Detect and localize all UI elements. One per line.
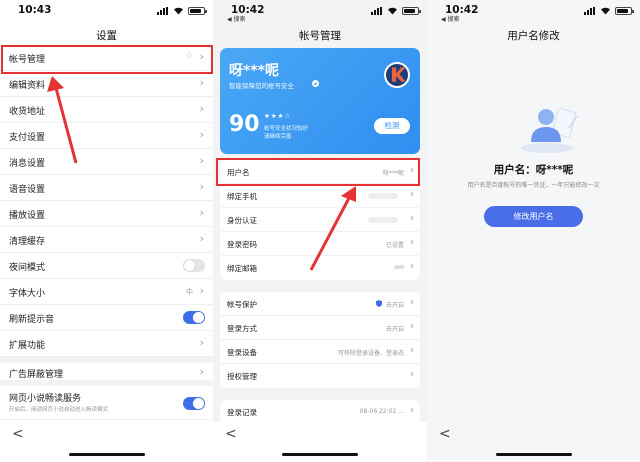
arrow-to-username [309, 197, 351, 271]
annotation-arrows [47, 76, 356, 271]
arrow-to-account-management [54, 87, 78, 164]
arrowhead-account-management [47, 76, 64, 92]
